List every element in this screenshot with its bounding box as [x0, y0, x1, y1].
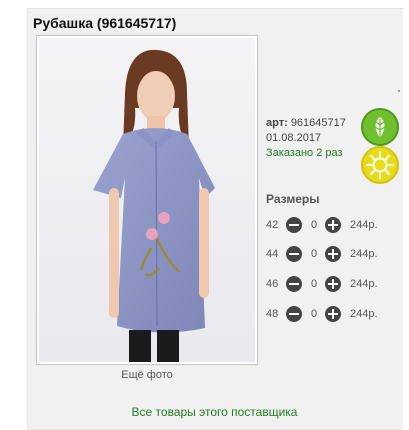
article-value: 961645717 [290, 117, 346, 129]
leaf-icon [361, 108, 399, 146]
divider-dot [398, 90, 400, 92]
size-qty: 0 [311, 219, 318, 231]
decrease-qty-button[interactable] [286, 246, 302, 262]
size-price: 244р. [350, 308, 378, 320]
increase-qty-button[interactable] [325, 306, 341, 322]
size-label: 48 [266, 308, 279, 320]
decrease-qty-button[interactable] [286, 306, 302, 322]
decrease-qty-button[interactable] [286, 276, 302, 292]
size-qty: 0 [311, 278, 318, 290]
size-row: 44 0 244р. [266, 246, 391, 262]
increase-qty-button[interactable] [325, 217, 341, 233]
product-title: Рубашка (961645717) [33, 15, 177, 31]
sun-icon [361, 146, 399, 184]
sizes-heading: Размеры [266, 192, 320, 206]
increase-qty-button[interactable] [325, 246, 341, 262]
size-label: 42 [266, 219, 279, 231]
size-row: 48 0 244р. [266, 306, 391, 322]
product-photo-frame[interactable] [36, 35, 258, 365]
size-price: 244р. [350, 219, 378, 231]
increase-qty-button[interactable] [325, 276, 341, 292]
size-label: 46 [266, 278, 279, 290]
more-photos-link[interactable]: Ещё фото [36, 369, 258, 381]
size-row: 42 0 244р. [266, 217, 391, 233]
decrease-qty-button[interactable] [286, 217, 302, 233]
product-info: арт: 961645717 01.08.2017 Заказано 2 раз [266, 116, 346, 161]
article-line: арт: 961645717 [266, 116, 346, 131]
product-date: 01.08.2017 [266, 132, 322, 144]
ordered-count: Заказано 2 раз [266, 147, 343, 159]
size-qty: 0 [311, 308, 318, 320]
product-photo[interactable] [39, 38, 255, 362]
size-price: 244р. [350, 248, 378, 260]
article-label: арт: [266, 117, 288, 129]
size-price: 244р. [350, 278, 378, 290]
size-row: 46 0 244р. [266, 276, 391, 292]
supplier-products-link[interactable]: Все товары этого поставщика [27, 405, 402, 419]
size-label: 44 [266, 248, 279, 260]
size-qty: 0 [311, 248, 318, 260]
